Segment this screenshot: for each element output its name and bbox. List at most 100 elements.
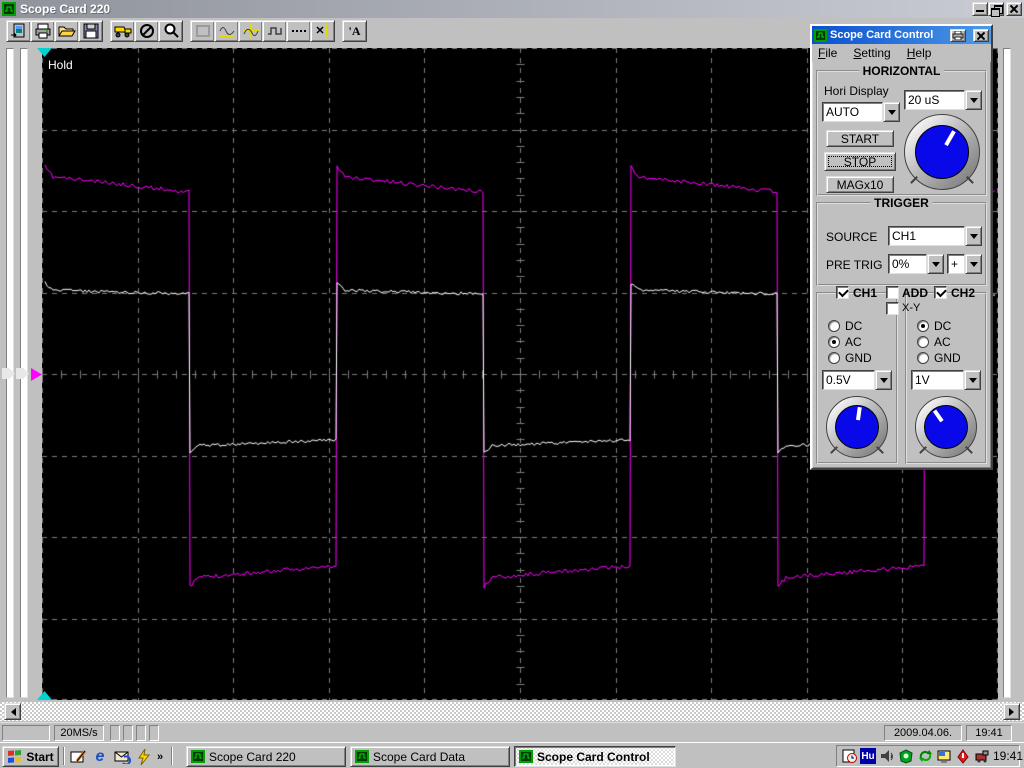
quick-launch-desktop[interactable] [68,747,88,767]
chevron-down-icon[interactable] [964,370,981,390]
no-entry-icon [139,24,154,38]
ch1-enable-checkbox[interactable] [836,286,849,299]
taskbar-button-scope-card-data[interactable]: Scope Card Data [350,746,510,767]
ch2-ac-label: AC [934,335,951,349]
quick-launch-overflow[interactable]: » [153,747,167,767]
status-indicator-2 [123,725,133,741]
square-wave-icon [267,27,282,35]
chevron-down-icon[interactable] [965,90,982,110]
title-print-button[interactable] [950,28,966,42]
xy-checkbox[interactable] [886,302,899,315]
square-wave-button[interactable] [262,20,287,42]
horizontal-scrollbar[interactable] [0,702,1024,721]
dotted-line-button[interactable] [286,20,311,42]
menu-file[interactable]: File [818,46,837,60]
truck-button[interactable] [110,20,135,42]
taskbar-separator [63,747,65,765]
x-cursor-button[interactable] [310,20,335,42]
control-window: Scope Card Control File Setting Help HOR… [810,24,993,470]
chevron-down-icon[interactable] [875,370,892,390]
chevron-down-icon[interactable] [965,254,982,274]
trigger-slope-select[interactable]: + [947,254,982,274]
menu-setting[interactable]: Setting [853,46,890,60]
cursor-wave-button[interactable] [238,20,263,42]
close-button[interactable] [1006,2,1022,16]
control-close-button[interactable] [973,28,989,42]
pretrig-select[interactable]: 0% [888,254,944,274]
channel-ground-marker[interactable] [31,368,42,381]
ch2-ac-radio[interactable] [917,336,929,348]
control-titlebar: Scope Card Control [812,26,991,44]
start-button[interactable]: Start [2,746,59,767]
taskbar-separator [171,747,173,765]
chevron-down-icon[interactable] [883,102,900,122]
tray-volume-icon[interactable] [879,748,895,764]
quick-launch-winamp[interactable] [134,747,154,767]
ch2-dc-label: DC [934,319,952,333]
app-icon [2,2,16,16]
ch1-position-knob[interactable] [826,396,888,458]
ch1-dc-radio[interactable] [828,320,840,332]
tray-scheduler-icon[interactable] [841,748,857,764]
ch1-group: DC AC GND 0.5V [816,292,898,464]
chevron-down-icon[interactable] [965,226,982,246]
tray-device-icon[interactable] [974,748,990,764]
tray-sync-icon[interactable] [917,748,933,764]
chevron-down-icon[interactable] [927,254,944,274]
xy-checkbox-label: X-Y [902,302,921,314]
show-desktop-icon [70,750,86,763]
ch1-gnd-radio[interactable] [828,352,840,364]
sine-display-button[interactable] [214,20,239,42]
trigger-level-slider-track[interactable] [1003,48,1011,698]
status-date: 2009.04.06. [884,725,962,741]
add-checkbox[interactable] [886,286,899,299]
menu-help[interactable]: Help [907,46,932,60]
internet-explorer-icon: e [95,748,105,765]
restore-button[interactable] [988,2,1004,17]
app-icon [191,750,205,763]
knob-pointer [904,385,988,469]
minimize-button[interactable] [972,2,988,16]
zoom-button[interactable] [158,20,183,42]
ch2-dc-radio[interactable] [917,320,929,332]
text-label-button[interactable]: 'A [342,20,367,42]
horizontal-group-legend: HORIZONTAL [858,64,945,78]
knob-pointer [891,101,992,202]
taskbar-button-label: Scope Card Data [373,749,466,764]
tray-alert-icon[interactable] [955,748,971,764]
scroll-right-button[interactable] [1003,703,1020,720]
tray-keyboard-layout[interactable]: Hu [860,748,876,764]
app-icon [519,750,533,763]
open-button[interactable] [54,20,79,42]
trigger-source-label: SOURCE [826,230,878,244]
taskbar-button-scope-card-220[interactable]: Scope Card 220 [186,746,346,767]
exit-button[interactable] [6,20,31,42]
chevron-right-icon: » [156,751,164,763]
ch2-position-knob[interactable] [915,396,977,458]
save-button[interactable] [78,20,103,42]
start-button[interactable]: START [826,130,894,147]
ch2-gnd-radio[interactable] [917,352,929,364]
cancel-button[interactable] [134,20,159,42]
trigger-source-select[interactable]: CH1 [888,226,982,246]
grid-toggle-button[interactable] [190,20,215,42]
sine-wave-icon [219,27,234,37]
tray-antivirus-icon[interactable] [898,748,914,764]
print-button[interactable] [30,20,55,42]
stop-button-label: STOP [843,154,877,169]
ch2-enable-checkbox[interactable] [934,286,947,299]
cross-wave-icon [242,24,259,38]
mag-x10-button[interactable]: MAGx10 [826,176,894,193]
trigger-slope-value: + [947,254,965,274]
horizontal-knob[interactable] [904,114,980,190]
hori-display-select[interactable]: AUTO [822,102,900,122]
quick-launch-internet-explorer[interactable]: e [90,747,110,767]
ch2-group: DC AC GND 1V [905,292,987,464]
quick-launch-mail[interactable] [112,747,132,767]
tray-clock[interactable]: 19:41 [993,749,1023,763]
ch1-ac-radio[interactable] [828,336,840,348]
tray-display-icon[interactable] [936,748,952,764]
taskbar: Start e » Scope Card 220 Scope Card Data… [0,742,1024,768]
scroll-left-button[interactable] [4,703,21,720]
taskbar-button-scope-card-control[interactable]: Scope Card Control [514,746,676,767]
